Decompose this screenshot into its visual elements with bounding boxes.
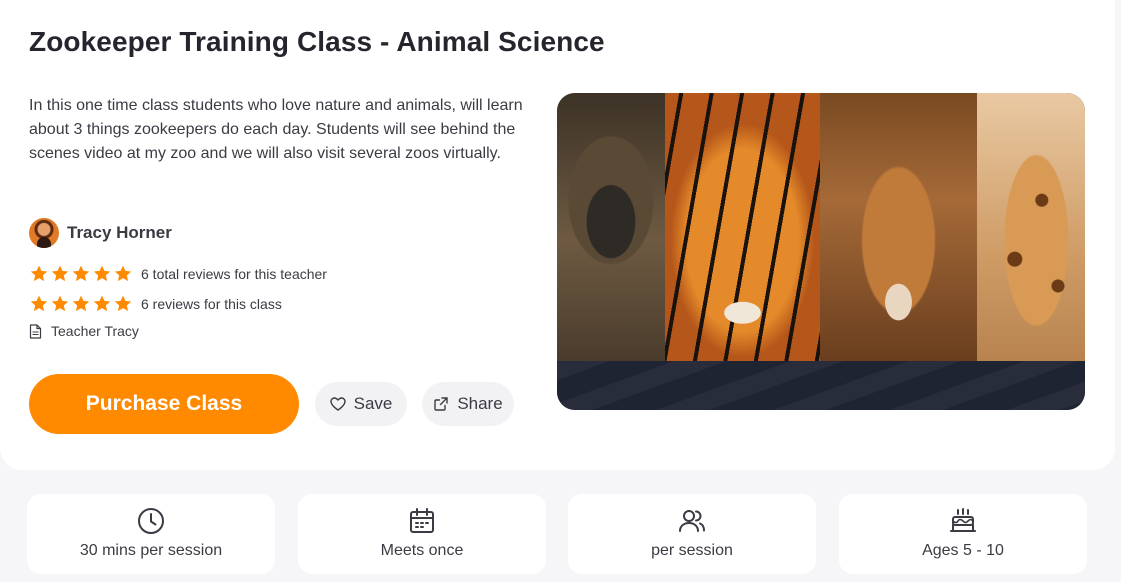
class-size-label: per session xyxy=(651,542,733,559)
purchase-class-button[interactable]: Purchase Class xyxy=(29,374,299,434)
avatar[interactable] xyxy=(29,218,59,248)
share-label: Share xyxy=(457,394,503,413)
class-header-card: Zookeeper Training Class - Animal Scienc… xyxy=(0,0,1115,470)
teacher-reviews-link[interactable]: 6 total reviews for this teacher xyxy=(141,266,327,282)
share-button[interactable]: Share xyxy=(422,382,514,426)
class-reviews-row[interactable]: 6 reviews for this class xyxy=(29,294,282,314)
class-description: In this one time class students who love… xyxy=(29,97,523,162)
teacher-profile-link[interactable]: Tracy Horner xyxy=(29,218,172,248)
star-icon xyxy=(93,265,111,282)
star-icon xyxy=(51,265,69,282)
star-icon xyxy=(72,265,90,282)
teacher-rating-stars xyxy=(29,264,133,284)
hero-footer-band xyxy=(557,361,1085,410)
antelope-photo xyxy=(820,93,977,361)
byline-text[interactable]: Teacher Tracy xyxy=(51,323,139,339)
tiger-photo xyxy=(665,93,820,361)
duration-label: 30 mins per session xyxy=(79,542,223,559)
share-icon xyxy=(434,397,449,411)
star-icon xyxy=(72,295,90,312)
cake-icon xyxy=(950,508,976,532)
document-icon xyxy=(29,323,42,339)
class-hero-image[interactable] xyxy=(557,93,1085,410)
clock-icon xyxy=(138,508,164,534)
duration-card: 30 mins per session xyxy=(27,494,275,574)
calendar-icon xyxy=(410,508,434,533)
teacher-name[interactable]: Tracy Horner xyxy=(67,223,172,243)
star-icon xyxy=(114,265,132,282)
users-icon xyxy=(679,510,705,532)
frequency-label: Meets once xyxy=(380,542,464,559)
teacher-byline[interactable]: Teacher Tracy xyxy=(29,323,139,339)
star-icon xyxy=(93,295,111,312)
save-button[interactable]: Save xyxy=(315,382,407,426)
frequency-card: Meets once xyxy=(298,494,546,574)
star-icon xyxy=(114,295,132,312)
heart-icon xyxy=(329,397,346,411)
class-reviews-link[interactable]: 6 reviews for this class xyxy=(141,296,282,312)
teacher-reviews-row[interactable]: 6 total reviews for this teacher xyxy=(29,264,327,284)
monkey-photo xyxy=(557,93,665,361)
ages-card: Ages 5 - 10 xyxy=(839,494,1087,574)
page-title: Zookeeper Training Class - Animal Scienc… xyxy=(29,26,605,57)
ages-label: Ages 5 - 10 xyxy=(922,542,1004,559)
save-label: Save xyxy=(353,394,393,413)
star-icon xyxy=(51,295,69,312)
giraffe-photo xyxy=(977,93,1085,361)
star-icon xyxy=(30,265,48,282)
class-size-card: per session xyxy=(568,494,816,574)
star-icon xyxy=(30,295,48,312)
class-rating-stars xyxy=(29,294,133,314)
